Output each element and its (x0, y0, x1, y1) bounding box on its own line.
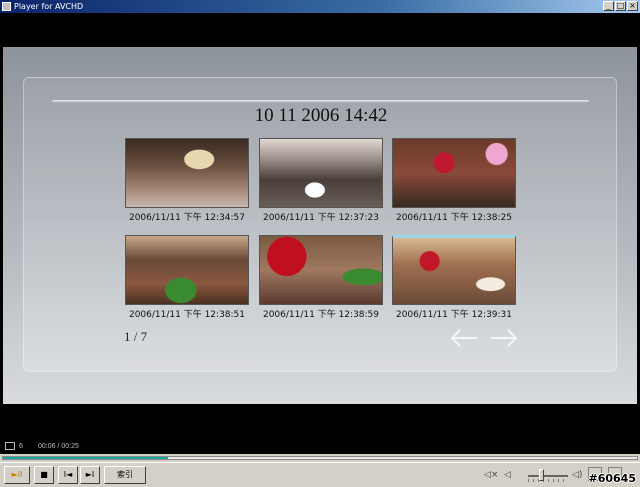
app-icon[interactable] (2, 2, 11, 11)
volume-track (528, 475, 568, 477)
thumbnail-caption: 2006/11/11 下午 12:34:57 (128, 213, 246, 223)
thumbnail-4[interactable]: 2006/11/11 下午 12:38:51 (125, 235, 249, 320)
page-indicator: 1 / 7 (124, 329, 148, 344)
arrow-right-icon[interactable] (489, 328, 519, 348)
thumbnail-caption: 2006/11/11 下午 12:37:23 (262, 213, 380, 223)
thumbnail-image[interactable] (125, 138, 249, 208)
thumbnail-2[interactable]: 2006/11/11 下午 12:37:23 (259, 138, 383, 223)
index-button[interactable]: 索引 (104, 466, 146, 484)
stop-button[interactable]: ■ (34, 466, 54, 484)
seek-progress (3, 457, 168, 459)
arrow-left-icon[interactable] (449, 328, 479, 348)
thumbnail-6[interactable]: 2006/11/11 下午 12:39:31 (392, 235, 516, 320)
thumbnail-image[interactable] (125, 235, 249, 305)
volume-ticks (528, 479, 568, 482)
thumbnail-5[interactable]: 2006/11/11 下午 12:38:59 (259, 235, 383, 320)
title-bar[interactable]: Player for AVCHD _ □ × (0, 0, 640, 13)
volume-slider[interactable] (528, 467, 568, 483)
play-pause-button[interactable]: ►II (4, 466, 30, 484)
thumbnail-caption: 2006/11/11 下午 12:38:51 (128, 310, 246, 320)
monitor-icon (5, 442, 15, 450)
thumbnail-image[interactable] (259, 235, 383, 305)
seek-bar[interactable] (0, 454, 640, 462)
thumbnail-caption: 2006/11/11 下午 12:38:25 (395, 213, 513, 223)
thumbnail-image[interactable] (259, 138, 383, 208)
thumbnail-image[interactable] (392, 235, 516, 305)
volume-knob[interactable] (538, 469, 544, 481)
status-bar: 6 00:06 / 00:25 (0, 439, 640, 454)
menu-panel: 10 11 2006 14:42 2006/11/11 下午 12:34:57 … (23, 77, 617, 372)
speaker-low-icon: ◁ (504, 470, 511, 480)
thumbnail-caption: 2006/11/11 下午 12:39:31 (395, 310, 513, 320)
thumbnail-3[interactable]: 2006/11/11 下午 12:38:25 (392, 138, 516, 223)
menu-datetime: 10 11 2006 14:42 (254, 105, 388, 126)
time-readout: 00:06 / 00:25 (38, 443, 79, 450)
chapter-number: 6 (19, 443, 23, 450)
mute-icon[interactable]: ◁× (484, 470, 498, 480)
control-bar: ►II ■ I◄ ►I 索引 ◁× ◁ ◁) (0, 462, 640, 487)
seek-track[interactable] (2, 456, 638, 460)
thumbnail-caption: 2006/11/11 下午 12:38:59 (262, 310, 380, 320)
close-button[interactable]: × (627, 1, 638, 11)
video-area[interactable]: 10 11 2006 14:42 2006/11/11 下午 12:34:57 … (3, 13, 637, 439)
disc-menu: 10 11 2006 14:42 2006/11/11 下午 12:34:57 … (3, 47, 637, 404)
speaker-high-icon: ◁) (572, 470, 583, 480)
next-button[interactable]: ►I (80, 466, 100, 484)
window-controls: _ □ × (603, 1, 638, 11)
window-title: Player for AVCHD (14, 2, 84, 11)
minimize-button[interactable]: _ (603, 1, 614, 11)
menu-divider (52, 100, 589, 103)
watermark: #60645 (588, 472, 637, 485)
previous-button[interactable]: I◄ (58, 466, 78, 484)
thumbnail-1[interactable]: 2006/11/11 下午 12:34:57 (125, 138, 249, 223)
maximize-button[interactable]: □ (615, 1, 626, 11)
thumbnail-image[interactable] (392, 138, 516, 208)
